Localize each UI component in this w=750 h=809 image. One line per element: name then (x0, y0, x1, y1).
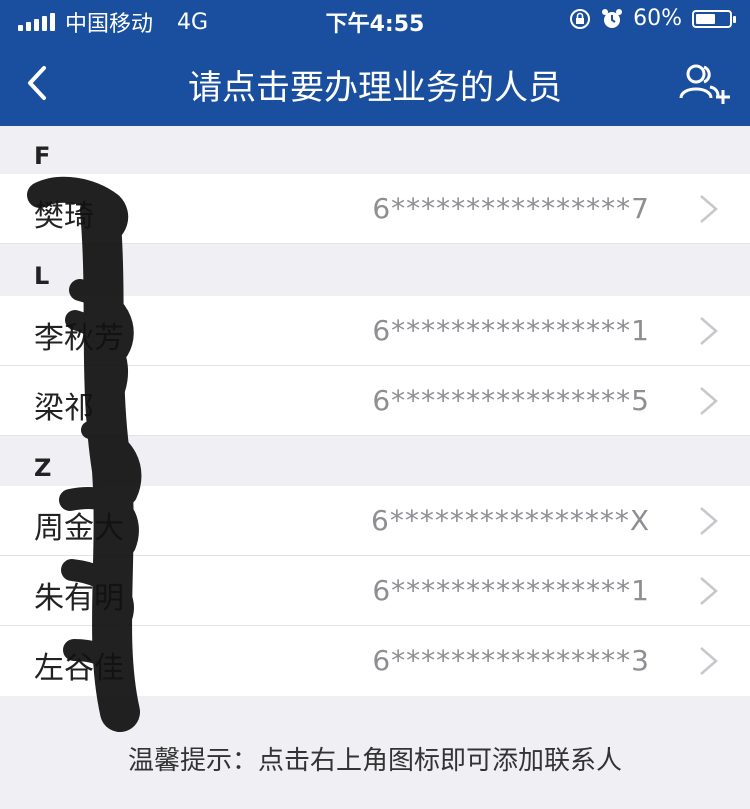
id-number: 6****************1 (372, 574, 650, 607)
chevron-right-icon (700, 387, 718, 415)
status-right: 60% (569, 6, 736, 31)
list-item[interactable]: 周金大 6****************X (0, 486, 750, 556)
person-name: 朱有明 (34, 581, 124, 616)
list-item[interactable]: 左谷佳 6****************3 (0, 626, 750, 696)
list-item[interactable]: 梁祁 6****************5 (0, 366, 750, 436)
add-contact-icon[interactable] (678, 60, 732, 106)
battery-percent: 60% (633, 6, 682, 31)
section-header-z: Z (0, 436, 750, 486)
person-name: 左谷佳 (34, 651, 124, 686)
id-number: 6****************X (371, 504, 650, 537)
person-name: 梁祁 (34, 391, 94, 426)
chevron-right-icon (700, 507, 718, 535)
battery-icon (692, 9, 736, 28)
chevron-right-icon (700, 647, 718, 675)
list-item[interactable]: 李秋芳 6****************1 (0, 296, 750, 366)
person-name: 周金大 (34, 511, 124, 546)
footer-hint: 温馨提示：点击右上角图标即可添加联系人 (127, 746, 622, 776)
list-item[interactable]: 樊琦 6****************7 (0, 174, 750, 244)
status-bar: 中国移动 4G 下午4:55 60% (0, 0, 750, 40)
alarm-icon (602, 8, 623, 28)
person-name: 樊琦 (34, 199, 94, 234)
page-title: 请点击要办理业务的人员 (188, 68, 562, 108)
chevron-right-icon (700, 577, 718, 605)
id-number: 6****************1 (372, 314, 650, 347)
person-name: 李秋芳 (34, 321, 124, 356)
orientation-lock-icon (570, 8, 591, 29)
section-header-l: L (0, 244, 750, 296)
navigation-bar: 请点击要办理业务的人员 (0, 40, 750, 126)
chevron-right-icon (700, 195, 718, 223)
list-item[interactable]: 朱有明 6****************1 (0, 556, 750, 626)
id-number: 6****************7 (372, 192, 650, 225)
chevron-right-icon (700, 317, 718, 345)
id-number: 6****************3 (372, 644, 650, 677)
section-header-f: F (0, 126, 750, 174)
id-number: 6****************5 (372, 384, 650, 417)
